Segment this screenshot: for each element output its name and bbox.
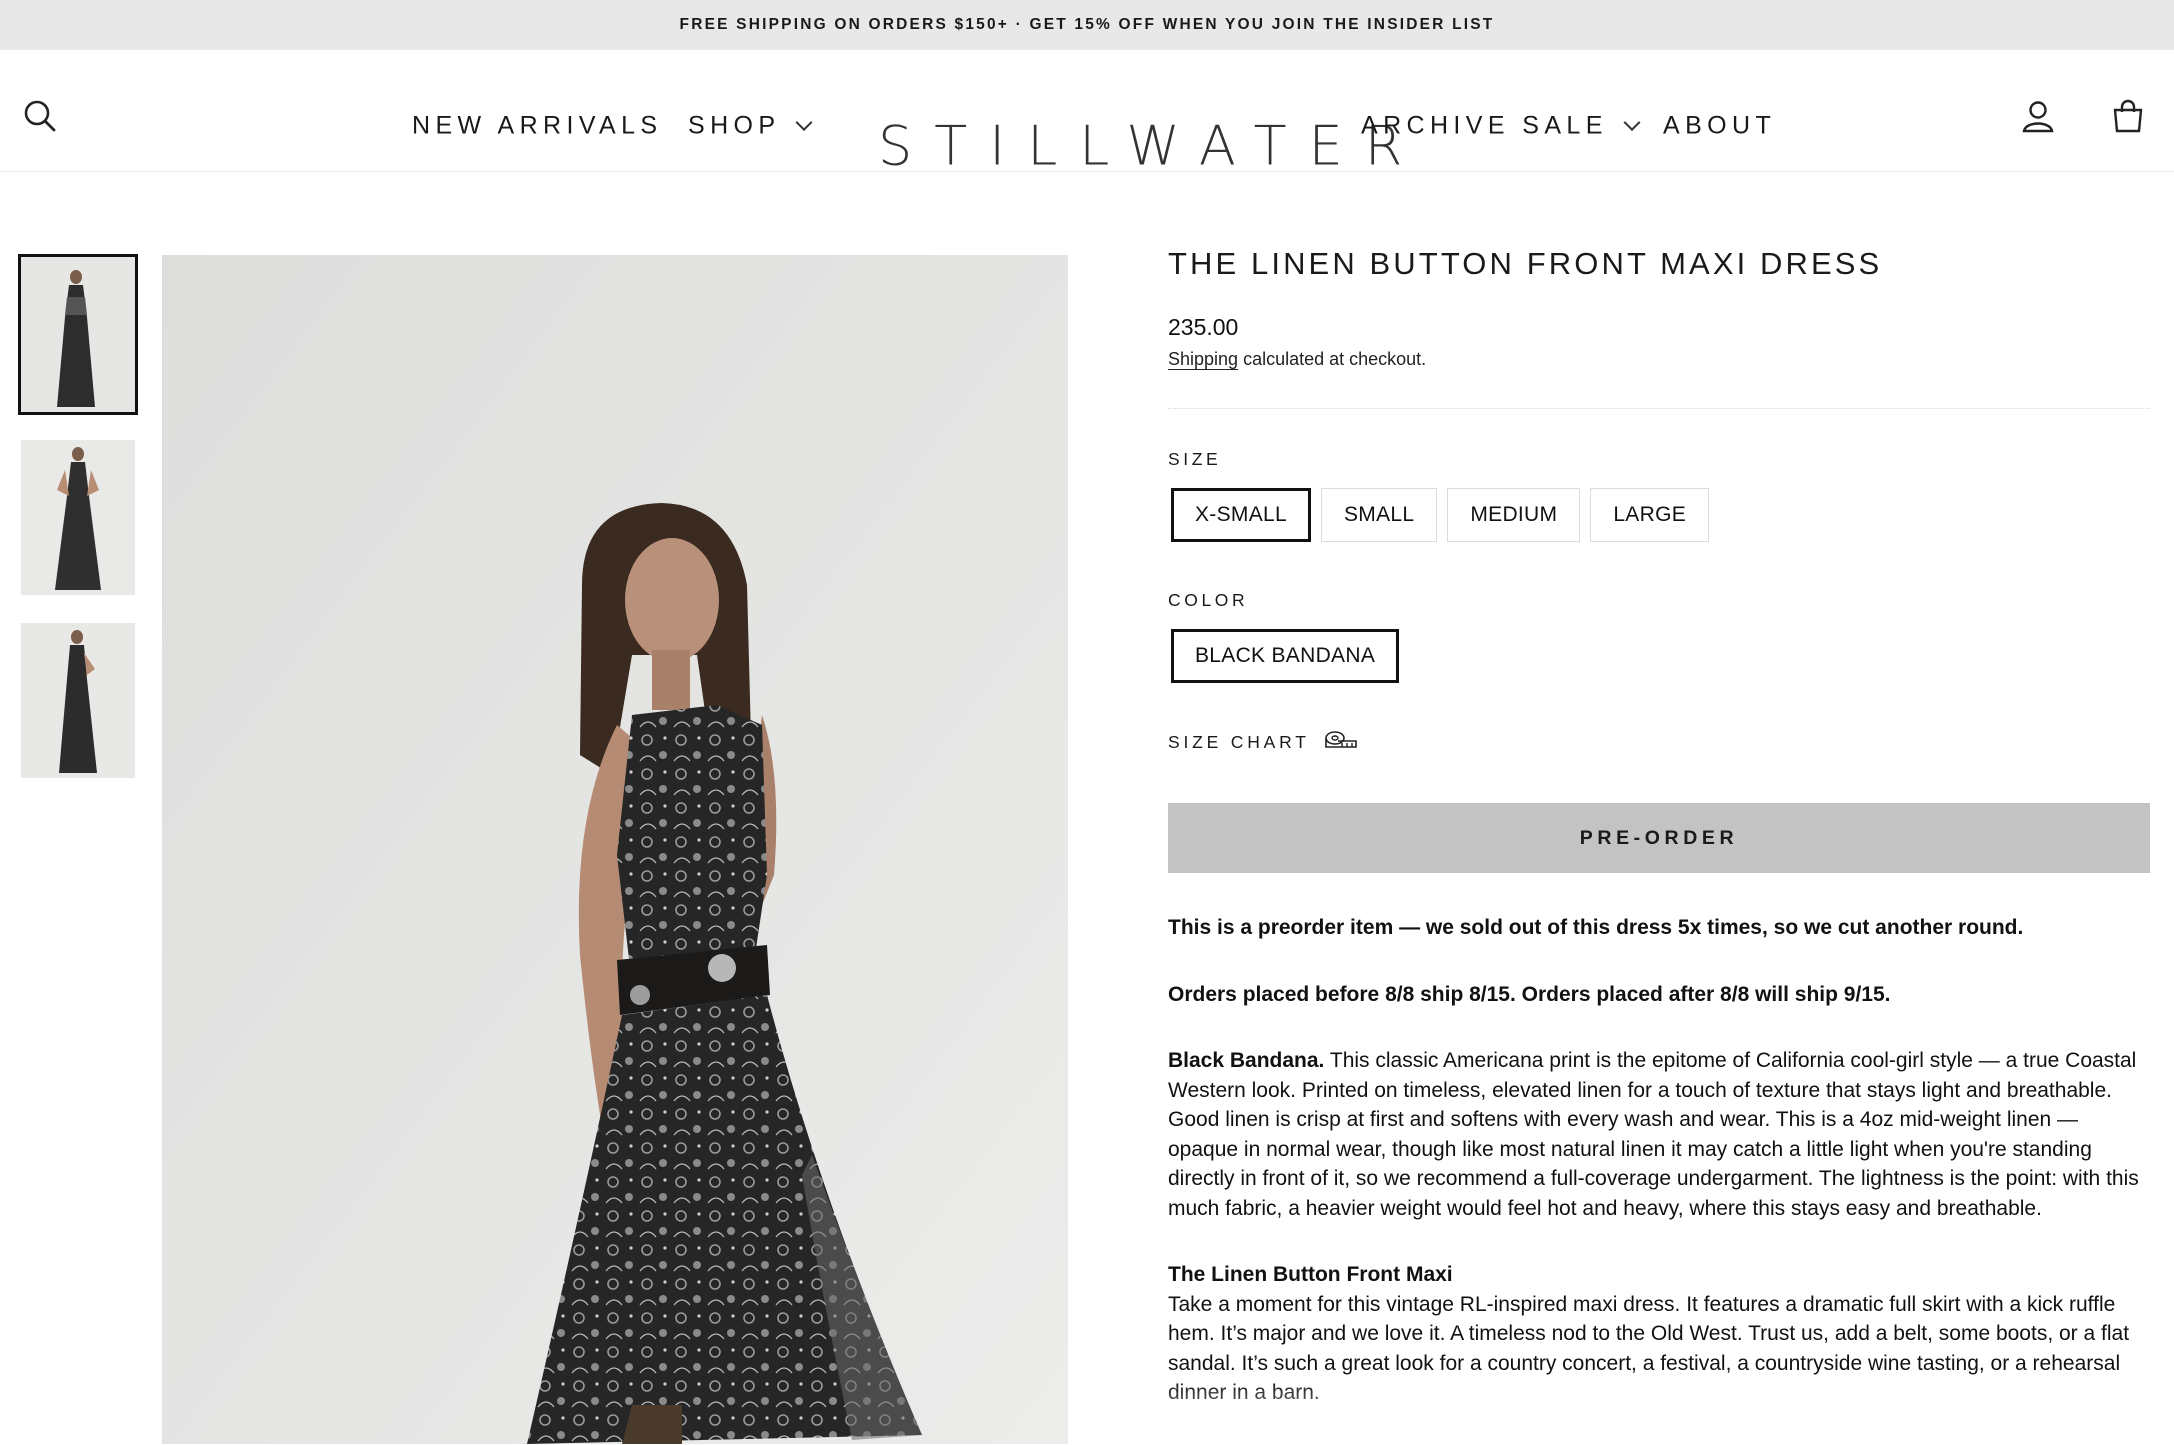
tape-measure-icon	[1324, 731, 1357, 748]
product-price: 235.00	[1168, 314, 1239, 340]
size-chart-link[interactable]: SIZE CHART	[1168, 729, 2150, 755]
nav-about-label: ABOUT	[1663, 111, 1777, 140]
nav-shop[interactable]: SHOP	[688, 111, 813, 141]
model-in-dress-image	[162, 255, 1068, 1444]
thumbnail-1[interactable]	[18, 254, 138, 415]
size-option-large[interactable]: LARGE	[1590, 488, 1710, 542]
product-title: THE LINEN BUTTON FRONT MAXI DRESS	[1168, 246, 1883, 281]
shipping-dates-note: Orders placed before 8/8 ship 8/15. Orde…	[1168, 982, 1891, 1006]
style-description-text: Take a moment for this vintage RL-inspir…	[1168, 1292, 2130, 1405]
style-description: The Linen Button Front Maxi Take a moment…	[1168, 1260, 2150, 1408]
cart-button[interactable]	[2108, 96, 2148, 136]
account-icon	[2022, 101, 2054, 133]
shipping-link[interactable]: Shipping	[1168, 349, 1238, 369]
nav-archive-sale[interactable]: ARCHIVE SALE	[1361, 111, 1641, 141]
size-options: X-SMALL SMALL MEDIUM LARGE	[1171, 488, 2150, 542]
product-thumbnail-image	[21, 440, 135, 595]
chevron-down-icon	[1623, 113, 1641, 131]
site-logo[interactable]: STILLWATER	[878, 115, 1424, 178]
product-info: THE LINEN BUTTON FRONT MAXI DRESS 235.00…	[1168, 246, 2150, 1445]
size-chart-label: SIZE CHART	[1168, 731, 1310, 752]
style-heading: The Linen Button Front Maxi	[1168, 1263, 1453, 1286]
nav-new-arrivals-label: NEW ARRIVALS	[412, 111, 663, 140]
site-header: NEW ARRIVALS SHOP STILLWATER ARCHIVE SAL…	[0, 50, 2174, 178]
divider	[1168, 408, 2150, 409]
nav-archive-sale-label: ARCHIVE SALE	[1361, 111, 1608, 140]
thumbnail-3[interactable]	[21, 623, 135, 778]
account-button[interactable]	[2018, 96, 2058, 136]
nav-about[interactable]: ABOUT	[1663, 112, 1776, 141]
product-thumbnail-image	[21, 623, 135, 778]
color-options: BLACK BANDANA	[1171, 629, 2150, 683]
nav-new-arrivals[interactable]: NEW ARRIVALS	[412, 112, 663, 141]
pre-order-button[interactable]: PRE-ORDER	[1168, 803, 2150, 873]
print-description: Black Bandana. This classic Americana pr…	[1168, 1046, 2150, 1223]
main-product-image[interactable]	[162, 255, 1068, 1444]
product-description: This is a preorder item — we sold out of…	[1168, 913, 2150, 1408]
cart-icon	[2113, 99, 2143, 133]
preorder-note: This is a preorder item — we sold out of…	[1168, 916, 2024, 939]
print-description-text: This classic Americana print is the epit…	[1168, 1049, 2139, 1220]
print-name: Black Bandana.	[1168, 1049, 1325, 1072]
chevron-down-icon	[795, 113, 813, 131]
announcement-text: FREE SHIPPING ON ORDERS $150+ · GET 15% …	[679, 16, 1495, 33]
size-option-small[interactable]: SMALL	[1320, 488, 1438, 542]
search-icon	[24, 100, 56, 132]
announcement-bar: FREE SHIPPING ON ORDERS $150+ · GET 15% …	[0, 0, 2174, 50]
product-thumbnail-image	[21, 257, 135, 412]
size-option-x-small[interactable]: X-SMALL	[1171, 488, 1311, 542]
color-label: COLOR	[1168, 590, 1249, 610]
shipping-note-text: calculated at checkout.	[1238, 349, 1427, 369]
thumbnail-gallery	[18, 254, 138, 806]
thumbnail-2[interactable]	[21, 440, 135, 595]
size-option-medium[interactable]: MEDIUM	[1447, 488, 1581, 542]
search-button[interactable]	[20, 96, 60, 136]
color-option-black-bandana[interactable]: BLACK BANDANA	[1171, 629, 1400, 683]
nav-shop-label: SHOP	[688, 111, 781, 140]
size-label: SIZE	[1168, 449, 1222, 469]
shipping-note: Shipping calculated at checkout.	[1168, 349, 2150, 370]
